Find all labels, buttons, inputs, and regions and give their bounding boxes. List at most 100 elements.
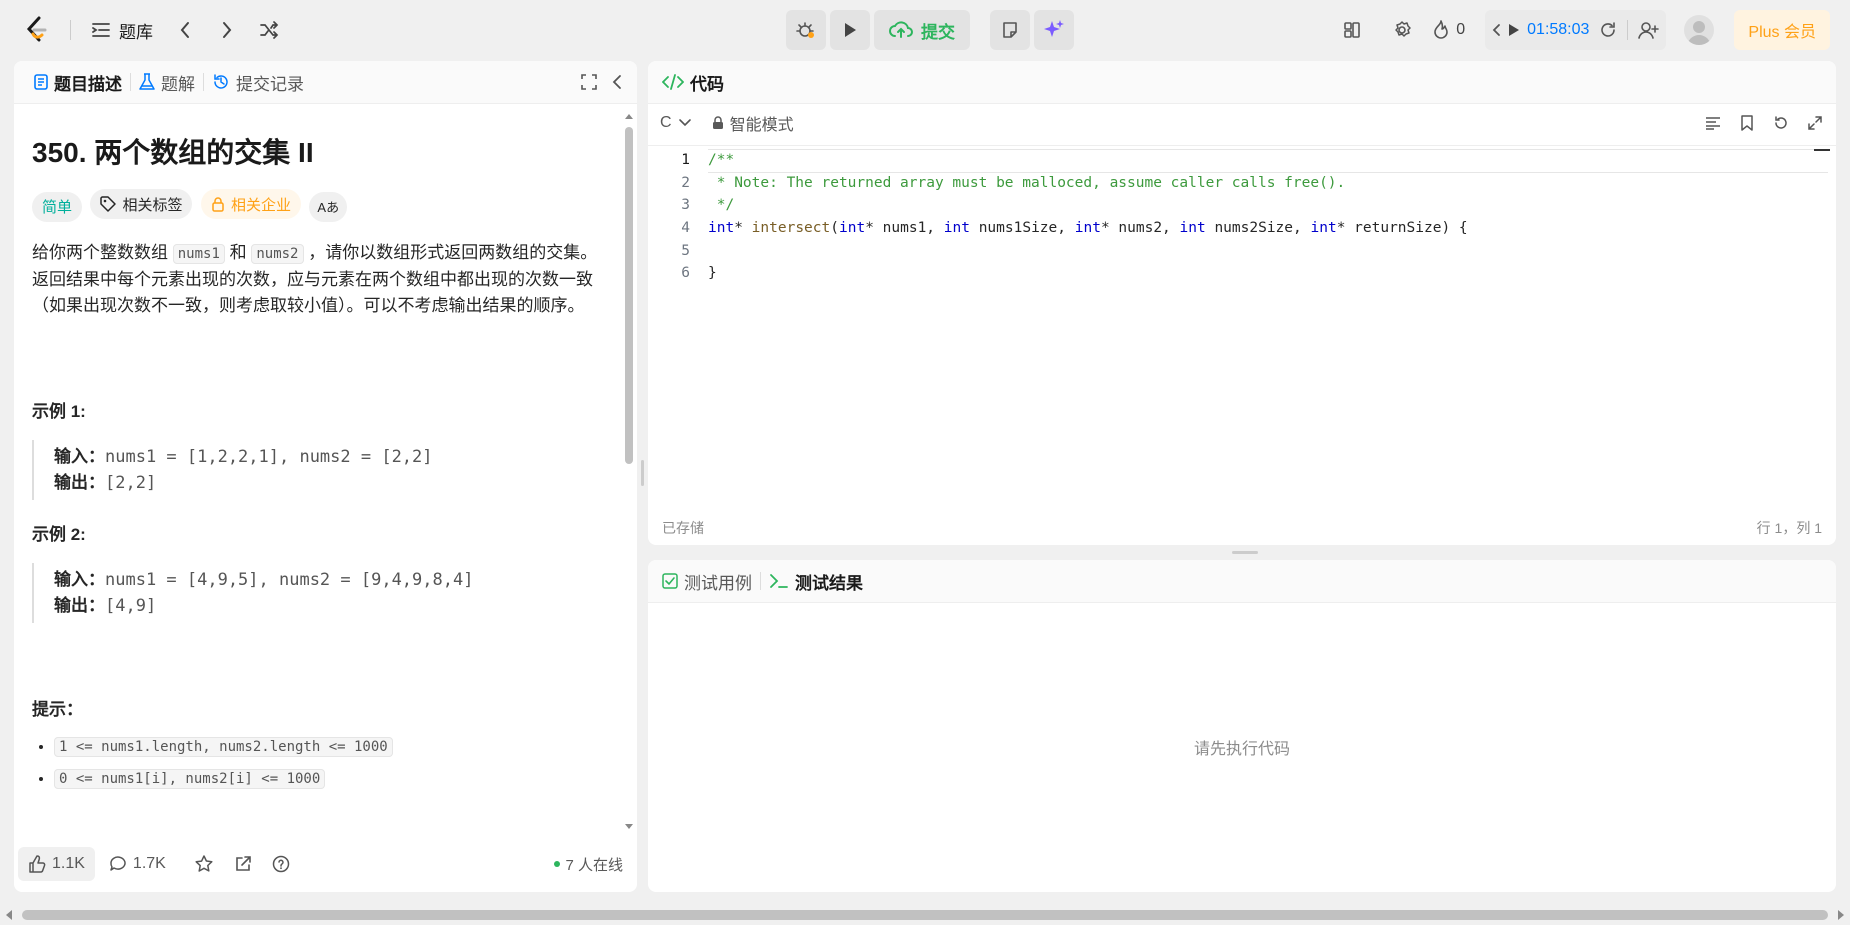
inline-code: nums1	[172, 243, 225, 264]
problem-title: 350. 两个数组的交集 II	[32, 137, 314, 168]
tab-test-results[interactable]: 测试结果	[761, 560, 871, 602]
timer-play-icon[interactable]	[1507, 22, 1521, 38]
scrollbar-thumb[interactable]	[22, 910, 1828, 920]
code-text: *	[734, 220, 752, 237]
code-line: 5	[648, 239, 1836, 262]
scrollbar-thumb[interactable]	[625, 127, 633, 464]
fullscreen-icon[interactable]	[575, 64, 603, 100]
leetcode-logo[interactable]	[24, 12, 56, 48]
code-tabs: 代码	[648, 61, 1836, 104]
tab-code-label: 代码	[690, 74, 724, 94]
example-2-block: 输入：nums1 = [4,9,5], nums2 = [9,4,9,8,4] …	[32, 562, 601, 623]
smart-mode-toggle[interactable]: 智能模式	[712, 111, 794, 135]
timer-widget: 01:58:03	[1485, 10, 1667, 50]
expand-editor-icon[interactable]	[1798, 105, 1832, 141]
collapse-panel-icon[interactable]	[603, 64, 631, 100]
tab-test-cases[interactable]: 测试用例	[662, 560, 760, 602]
reset-code-icon[interactable]	[1764, 105, 1798, 141]
difficulty-badge[interactable]: 简单	[32, 191, 83, 222]
code-function: intersect	[751, 220, 831, 237]
add-user-icon[interactable]	[1638, 21, 1660, 39]
code-toolbar: C 智能模式	[648, 103, 1836, 143]
plus-membership-button[interactable]: Plus 会员	[1734, 10, 1830, 50]
history-icon	[214, 74, 228, 89]
streak-counter[interactable]: 0	[1432, 20, 1465, 40]
language-label: C	[660, 114, 672, 131]
help-circle-icon	[272, 855, 290, 873]
code-text: /**	[708, 152, 735, 169]
hints-title: 提示：	[32, 699, 83, 719]
tab-submissions[interactable]: 提交记录	[204, 61, 312, 103]
like-button[interactable]: 1.1K	[18, 847, 95, 881]
page-horizontal-scrollbar[interactable]	[0, 905, 1850, 925]
tab-solutions[interactable]: 题解	[131, 61, 203, 103]
debug-button[interactable]	[786, 10, 826, 50]
vertical-resize-handle[interactable]	[641, 460, 644, 486]
problem-list-label[interactable]: 题库	[119, 18, 153, 43]
test-tabs: 测试用例 测试结果	[648, 560, 1836, 603]
code-text: */	[708, 197, 735, 214]
code-keyword: int	[1074, 220, 1101, 237]
problem-content: 350. 两个数组的交集 II 简单 相关标签 相关企业 Aあ 给你两个整数数组…	[14, 103, 621, 836]
code-line: 1 /**	[648, 149, 1836, 172]
bookmark-icon[interactable]	[1730, 105, 1764, 141]
cloud-upload-icon	[889, 21, 913, 38]
chevron-down-icon	[678, 119, 691, 127]
ai-assistant-button[interactable]	[1034, 10, 1074, 50]
tab-description[interactable]: 题目描述	[26, 61, 130, 103]
translate-button[interactable]: Aあ	[309, 191, 348, 222]
layout-icon[interactable]	[1334, 12, 1370, 48]
code-line: 3 */	[648, 194, 1836, 217]
tab-submissions-label: 提交记录	[236, 74, 304, 94]
related-tags-button[interactable]: 相关标签	[90, 189, 193, 219]
share-button[interactable]	[224, 847, 262, 881]
language-select[interactable]: C	[660, 114, 692, 132]
avatar[interactable]	[1684, 15, 1715, 45]
timer-collapse-icon[interactable]	[1491, 22, 1503, 38]
code-keyword: int	[943, 220, 970, 237]
code-keyword: int	[708, 220, 735, 237]
settings-gear-icon[interactable]	[1384, 12, 1420, 48]
document-icon	[34, 74, 48, 90]
next-problem-icon[interactable]	[209, 12, 245, 48]
minimap-indicator[interactable]	[1814, 149, 1830, 151]
code-text: nums2Size,	[1205, 220, 1311, 237]
code-editor[interactable]: 1 /** 2 * Note: The returned array must b…	[648, 149, 1836, 511]
code-editor-panel: 代码 C 智能模式 1 /** 2 * Note: The returned ar…	[648, 61, 1836, 545]
comment-count: 1.7K	[132, 855, 166, 872]
line-number: 3	[681, 197, 690, 214]
divider	[1627, 20, 1629, 40]
timer-reset-icon[interactable]	[1599, 21, 1617, 39]
prev-problem-icon[interactable]	[167, 12, 203, 48]
shuffle-icon[interactable]	[251, 12, 287, 48]
favorite-button[interactable]	[184, 847, 224, 881]
example-input: nums1 = [1,2,2,1], nums2 = [2,2]	[105, 446, 433, 467]
help-button[interactable]	[262, 847, 300, 881]
submit-button[interactable]: 提交	[874, 10, 970, 50]
line-number: 4	[681, 220, 690, 237]
code-text: * nums2,	[1100, 220, 1180, 237]
tab-code[interactable]: 代码	[662, 61, 724, 103]
flask-icon	[139, 73, 155, 90]
tab-description-label: 题目描述	[54, 74, 122, 94]
test-panel: 测试用例 测试结果 请先执行代码	[648, 560, 1836, 892]
notes-button[interactable]	[990, 10, 1030, 50]
output-label: 输出：	[54, 472, 105, 492]
tab-test-cases-label: 测试用例	[684, 573, 752, 593]
description-scrollbar[interactable]	[623, 111, 635, 832]
plus-membership-label: Plus 会员	[1748, 24, 1816, 41]
list-icon[interactable]	[83, 12, 119, 48]
top-right-group: 0 01:58:03 Plus 会员	[1334, 10, 1830, 50]
code-text: }	[708, 265, 717, 282]
top-navigation-bar: 题库 提交 0 01:58:03 Plus 会员	[0, 0, 1850, 60]
constraint-code: 0 <= nums1[i], nums2[i] <= 1000	[54, 768, 326, 789]
code-line: 2 * Note: The returned array must be mal…	[648, 172, 1836, 195]
horizontal-resize-handle[interactable]	[1232, 551, 1258, 554]
divider	[70, 20, 71, 40]
comment-icon	[110, 856, 126, 871]
related-companies-button[interactable]: 相关企业	[200, 189, 301, 219]
online-indicator: 7 人在线	[554, 854, 623, 875]
format-code-icon[interactable]	[1696, 105, 1730, 141]
run-button[interactable]	[830, 10, 870, 50]
comments-button[interactable]: 1.7K	[99, 847, 176, 881]
